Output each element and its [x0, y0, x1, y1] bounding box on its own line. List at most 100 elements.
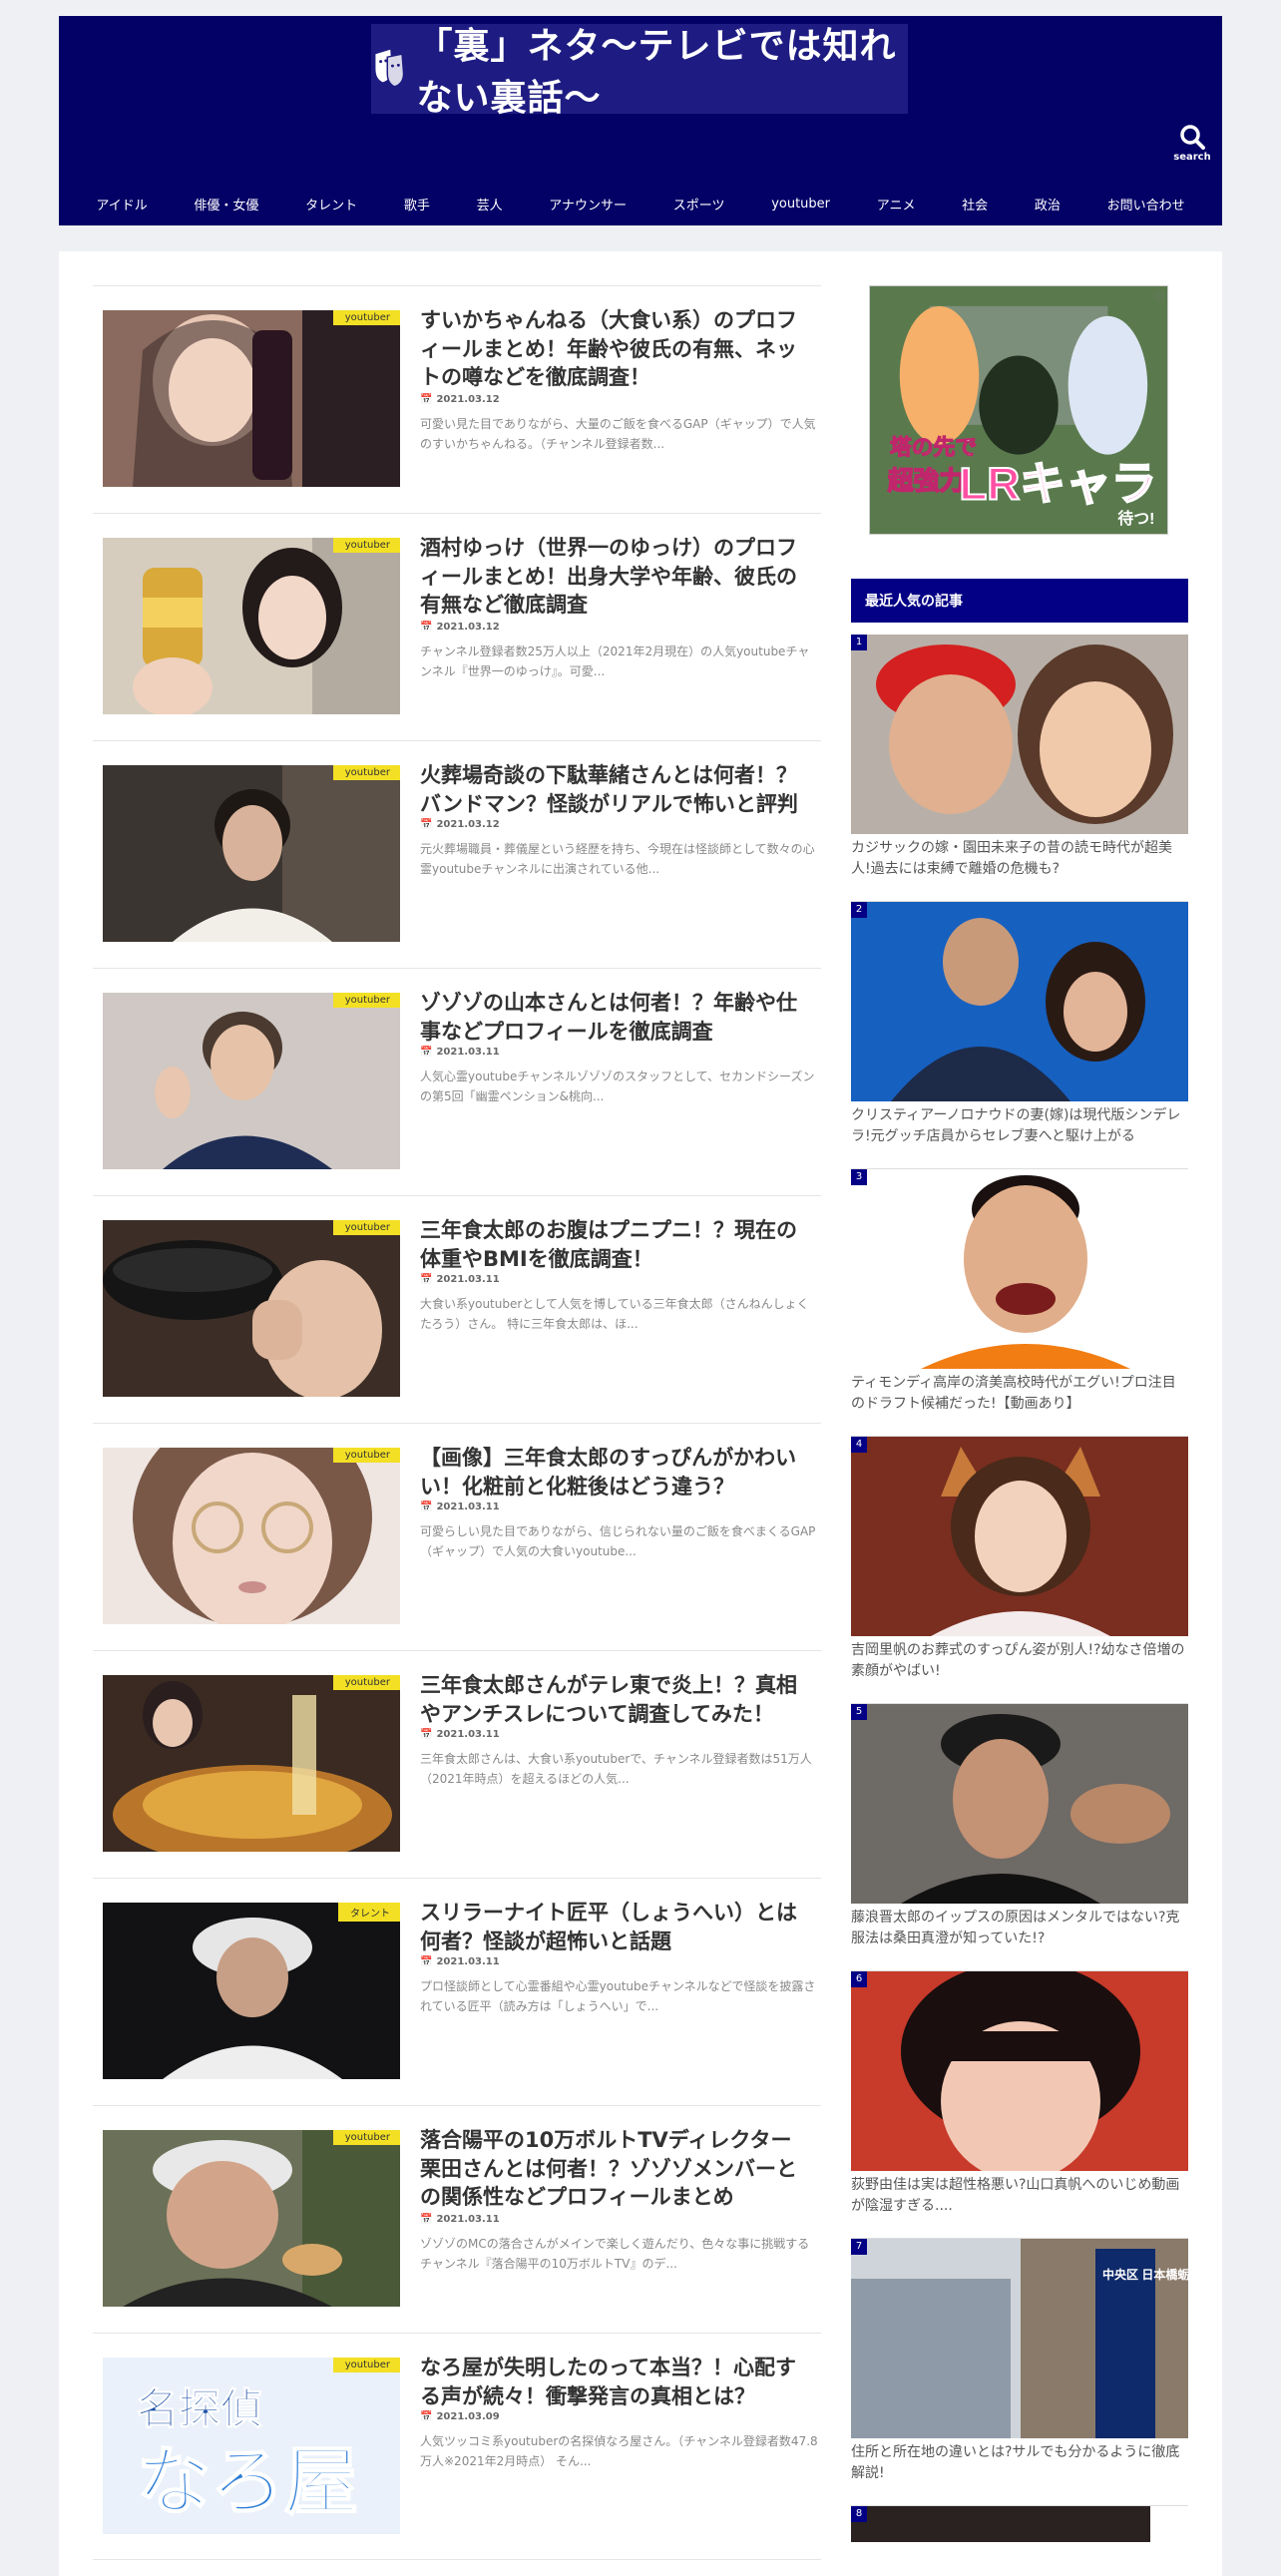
popular-item[interactable]: 6 荻野由佳は実は超性格悪い?山口真帆へのいじめ動画が陰湿すぎる....: [851, 1971, 1188, 2239]
popular-item-image[interactable]: 中央区 日本橋蛎殻町 7: [851, 2239, 1188, 2438]
article-date: 📅 2021.03.11: [420, 1502, 500, 1512]
calendar-icon: 📅: [420, 2214, 433, 2225]
site-logo[interactable]: 「裏」ネタ〜テレビでは知れない裏話〜: [371, 24, 908, 119]
calendar-icon: 📅: [420, 394, 433, 405]
article-date: 📅 2021.03.11: [420, 1956, 500, 1967]
article-title[interactable]: すいかちゃんねる（大食い系）のプロフィールまとめ！年齢や彼氏の有無、ネットの噂な…: [420, 306, 809, 392]
article-title[interactable]: 酒村ゆっけ（世界一のゆっけ）のプロフィールまとめ！出身大学や年齢、彼氏の有無など…: [420, 534, 809, 620]
popular-item[interactable]: 8: [851, 2506, 1188, 2542]
nav-item-singer[interactable]: 歌手: [404, 195, 430, 214]
calendar-icon: 📅: [420, 1502, 433, 1512]
article-thumbnail[interactable]: youtuber: [103, 538, 400, 714]
nav-item-youtuber[interactable]: youtuber: [771, 197, 830, 212]
ad-banner[interactable]: 塔の先で 超強力 LRキャラ 待つ! ⓘ: [869, 285, 1168, 535]
nav-item-sports[interactable]: スポーツ: [673, 195, 725, 214]
popular-item-title[interactable]: カジサックの嫁・園田未来子の昔の読モ時代が超美人!過去には束縛で離婚の危機も?: [851, 834, 1188, 902]
rank-badge: 3: [851, 1169, 867, 1185]
thumb-text-2: なろ屋: [137, 2440, 358, 2523]
popular-item-title[interactable]: クリスティアーノロナウドの妻(嫁)は現代版シンデレラ!元グッチ店員からセレブ妻へ…: [851, 1101, 1188, 1169]
site-header: 「裏」ネタ〜テレビでは知れない裏話〜 search アイドル 俳優・女優 タレン…: [59, 16, 1222, 225]
article-title[interactable]: 【画像】三年食太郎のすっぴんがかわいい！化粧前と化粧後はどう違う？: [420, 1444, 809, 1501]
ad-text-4: 待つ!: [1117, 509, 1154, 528]
category-badge: youtuber: [332, 765, 400, 780]
article-date: 📅 2021.03.11: [420, 1729, 500, 1740]
article-excerpt: 可愛らしい見た目でありながら、信じられない量のご飯を食べまくるGAP（ギャップ）…: [420, 1524, 816, 1559]
nav-item-contact[interactable]: お問い合わせ: [1107, 195, 1185, 214]
popular-item-image[interactable]: 5: [851, 1704, 1188, 1904]
article-title[interactable]: 落合陽平の10万ボルトTVディレクター栗田さんとは何者！？ゾゾゾメンバーとの関係…: [420, 2126, 809, 2212]
nav-item-announcer[interactable]: アナウンサー: [549, 195, 627, 214]
article-title[interactable]: 火葬場奇談の下駄華緒さんとは何者！？バンドマン？怪談がリアルで怖いと評判: [420, 761, 809, 818]
popular-item[interactable]: 中央区 日本橋蛎殻町 7 住所と所在地の違いとは?サルでも分かるように徹底解説!: [851, 2239, 1188, 2506]
article-card[interactable]: youtuber すいかちゃんねる（大食い系）のプロフィールまとめ！年齢や彼氏の…: [93, 285, 821, 513]
nav-item-idol[interactable]: アイドル: [96, 195, 147, 214]
thumb-text-1: 名探偵: [137, 2385, 262, 2432]
ad-text-3: LRキャラ: [959, 458, 1156, 509]
popular-item-title[interactable]: 住所と所在地の違いとは?サルでも分かるように徹底解説!: [851, 2438, 1188, 2506]
article-thumbnail[interactable]: youtuber: [103, 1220, 400, 1397]
article-card[interactable]: youtuber ゾゾゾの山本さんとは何者！？年齢や仕事などプロフィールを徹底調…: [93, 968, 821, 1195]
article-thumbnail[interactable]: タレント: [103, 1903, 400, 2079]
calendar-icon: 📅: [420, 1274, 433, 1285]
article-thumbnail[interactable]: youtuber: [103, 993, 400, 1169]
nav-item-society[interactable]: 社会: [962, 195, 988, 214]
article-title[interactable]: なろ屋が失明したのって本当？！心配する声が続々！衝撃発言の真相とは？: [420, 2354, 809, 2410]
popular-item[interactable]: 3 ティモンディ高岸の済美高校時代がエグい!プロ注目のドラフト候補だった!【動画…: [851, 1169, 1188, 1437]
popular-item-image[interactable]: 8: [851, 2506, 1188, 2542]
article-card[interactable]: 名探偵 なろ屋 youtuber なろ屋が失明したのって本当？！心配する声が続々！…: [93, 2333, 821, 2560]
article-card[interactable]: youtuber 落合陽平の10万ボルトTVディレクター栗田さんとは何者！？ゾゾ…: [93, 2105, 821, 2333]
sign-text: 中央区 日本橋蛎殻町: [1102, 2267, 1188, 2282]
ad-info-icon[interactable]: ⓘ: [1154, 288, 1164, 303]
popular-item[interactable]: 1 カジサックの嫁・園田未来子の昔の読モ時代が超美人!過去には束縛で離婚の危機も…: [851, 635, 1188, 902]
article-excerpt: 人気心霊youtubeチャンネルゾゾゾのスタッフとして、セカンドシーズンの第5回…: [420, 1070, 815, 1104]
popular-item-title[interactable]: 吉岡里帆のお葬式のすっぴん姿が別人!?幼なさ倍増の素顔がやばい!: [851, 1636, 1188, 1704]
popular-item-image[interactable]: 1: [851, 635, 1188, 834]
article-card[interactable]: youtuber 【画像】三年食太郎のすっぴんがかわいい！化粧前と化粧後はどう違…: [93, 1423, 821, 1650]
category-badge: youtuber: [332, 1675, 400, 1690]
nav-item-anime[interactable]: アニメ: [877, 195, 916, 214]
article-card[interactable]: youtuber 三年食太郎さんがテレ東で炎上！？真相やアンチスレについて調査し…: [93, 1650, 821, 1878]
popular-item-title[interactable]: 藤浪晋太郎のイップスの原因はメンタルではない?克服法は桑田真澄が知っていた!?: [851, 1904, 1188, 1971]
article-title[interactable]: 三年食太郎のお腹はプニプニ！？現在の体重やBMIを徹底調査！: [420, 1216, 809, 1273]
nav-item-actor[interactable]: 俳優・女優: [194, 195, 258, 214]
article-card[interactable]: タレント スリラーナイト匠平（しょうへい）とは何者？怪談が超怖いと話題 📅 202…: [93, 1878, 821, 2105]
article-thumbnail[interactable]: youtuber: [103, 1448, 400, 1624]
calendar-icon: 📅: [420, 2411, 433, 2422]
article-thumbnail[interactable]: youtuber: [103, 765, 400, 942]
nav-item-comedian[interactable]: 芸人: [477, 195, 503, 214]
article-thumbnail[interactable]: youtuber: [103, 310, 400, 487]
article-excerpt: 三年食太郎さんは、大食い系youtuberで、チャンネル登録者数は51万人（20…: [420, 1752, 812, 1787]
popular-item[interactable]: 4 吉岡里帆のお葬式のすっぴん姿が別人!?幼なさ倍増の素顔がやばい!: [851, 1437, 1188, 1704]
mask-icon: [375, 49, 405, 88]
popular-item[interactable]: 2 クリスティアーノロナウドの妻(嫁)は現代版シンデレラ!元グッチ店員からセレブ…: [851, 902, 1188, 1169]
article-thumbnail[interactable]: youtuber: [103, 2130, 400, 2307]
popular-item[interactable]: 5 藤浪晋太郎のイップスの原因はメンタルではない?克服法は桑田真澄が知っていた!…: [851, 1704, 1188, 1971]
popular-item-image[interactable]: 6: [851, 1971, 1188, 2171]
search-label: search: [1173, 152, 1211, 163]
category-badge: youtuber: [332, 2130, 400, 2145]
popular-item-title[interactable]: ティモンディ高岸の済美高校時代がエグい!プロ注目のドラフト候補だった!【動画あり…: [851, 1369, 1188, 1437]
main-nav: アイドル 俳優・女優 タレント 歌手 芸人 アナウンサー スポーツ youtub…: [59, 182, 1222, 225]
article-title[interactable]: スリラーナイト匠平（しょうへい）とは何者？怪談が超怖いと話題: [420, 1899, 809, 1955]
article-thumbnail[interactable]: 名探偵 なろ屋 youtuber: [103, 2358, 400, 2534]
article-card[interactable]: youtuber 酒村ゆっけ（世界一のゆっけ）のプロフィールまとめ！出身大学や年…: [93, 513, 821, 740]
article-title[interactable]: ゾゾゾの山本さんとは何者！？年齢や仕事などプロフィールを徹底調査: [420, 989, 809, 1046]
popular-item-image[interactable]: 4: [851, 1437, 1188, 1636]
article-excerpt: プロ怪談師として心霊番組や心霊youtubeチャンネルなどで怪談を披露されている…: [420, 1979, 816, 2014]
article-date: 📅 2021.03.12: [420, 622, 500, 633]
article-card[interactable]: youtuber 火葬場奇談の下駄華緒さんとは何者！？バンドマン？怪談がリアルで…: [93, 740, 821, 968]
nav-item-politics[interactable]: 政治: [1035, 195, 1061, 214]
article-title[interactable]: 三年食太郎さんがテレ東で炎上！？真相やアンチスレについて調査してみた！: [420, 1671, 809, 1728]
content-area: youtuber すいかちゃんねる（大食い系）のプロフィールまとめ！年齢や彼氏の…: [59, 251, 1222, 2576]
category-badge: youtuber: [332, 1220, 400, 1235]
rank-badge: 2: [851, 902, 867, 918]
article-thumbnail[interactable]: youtuber: [103, 1675, 400, 1852]
search-button[interactable]: search: [1170, 124, 1214, 174]
rank-badge: 6: [851, 1971, 867, 1987]
article-card[interactable]: youtuber 三年食太郎のお腹はプニプニ！？現在の体重やBMIを徹底調査！ …: [93, 1195, 821, 1423]
nav-item-talent[interactable]: タレント: [305, 195, 357, 214]
popular-item-image[interactable]: 3: [851, 1169, 1188, 1369]
popular-item-title[interactable]: 荻野由佳は実は超性格悪い?山口真帆へのいじめ動画が陰湿すぎる....: [851, 2171, 1188, 2239]
popular-item-image[interactable]: 2: [851, 902, 1188, 1101]
article-date: 📅 2021.03.12: [420, 394, 500, 405]
